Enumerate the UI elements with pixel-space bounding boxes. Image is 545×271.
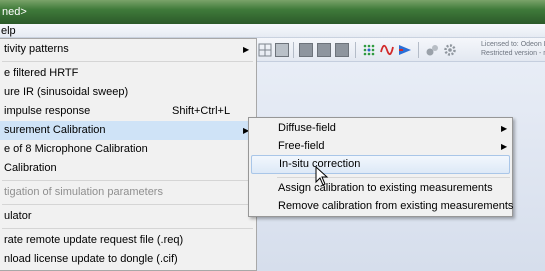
toolbar-separator xyxy=(418,42,419,58)
menu-item-label: impulse response xyxy=(4,105,91,117)
menu-item-label: e of 8 Microphone Calibration xyxy=(4,143,148,155)
submenu-arrow-icon: ▶ xyxy=(501,124,508,133)
menu-item-filtered-hrtf[interactable]: e filtered HRTF xyxy=(0,64,255,83)
menu-item-activity-patterns[interactable]: tivity patterns ▶ xyxy=(0,40,255,59)
menu-help[interactable]: elp xyxy=(1,25,16,37)
menu-item-label: surement Calibration xyxy=(4,124,106,136)
mouse-pointer-icon xyxy=(315,166,329,186)
menu-separator xyxy=(277,177,510,178)
calibration-submenu: Diffuse-field ▶ Free-field ▶ In-situ cor… xyxy=(248,117,513,217)
settings-icon[interactable] xyxy=(443,43,457,57)
menu-item-microphone-calibration[interactable]: e of 8 Microphone Calibration xyxy=(0,140,255,159)
submenu-item-free-field[interactable]: Free-field ▶ xyxy=(251,137,510,156)
menu-item-measure-ir[interactable]: ure IR (sinusoidal sweep) xyxy=(0,83,255,102)
tools-menu: tivity patterns ▶ e filtered HRTF ure IR… xyxy=(0,38,257,271)
menu-item-label: nload license update to dongle (.cif) xyxy=(4,253,178,265)
menu-item-label: Assign calibration to existing measureme… xyxy=(278,182,493,194)
menu-item-label: Remove calibration from existing measure… xyxy=(278,200,514,212)
window-title: ned> xyxy=(2,6,27,18)
toolbar-separator xyxy=(355,42,356,58)
submenu-arrow-icon: ▶ xyxy=(243,45,250,54)
gray-square-icon[interactable] xyxy=(275,43,289,57)
menu-item-label: Calibration xyxy=(4,162,57,174)
license-line: Licensed to: Odeon L xyxy=(481,41,545,48)
menu-item-label: rate remote update request file (.req) xyxy=(4,234,184,246)
menu-item-generate-update-request[interactable]: rate remote update request file (.req) xyxy=(0,231,255,250)
menu-item-shortcut: Shift+Ctrl+L xyxy=(172,105,231,117)
dots-icon[interactable] xyxy=(362,43,376,57)
submenu-item-assign-calibration[interactable]: Assign calibration to existing measureme… xyxy=(251,179,510,198)
menu-item-label: tivity patterns xyxy=(4,43,69,55)
submenu-item-in-situ-correction[interactable]: In-situ correction xyxy=(251,155,510,174)
license-line: Restricted version - re xyxy=(481,50,545,57)
gray-square-icon[interactable] xyxy=(299,43,313,57)
menu-separator xyxy=(2,204,253,205)
waveform-icon[interactable] xyxy=(380,43,394,57)
menu-item-label: ure IR (sinusoidal sweep) xyxy=(4,86,129,98)
menu-item-measurement-calibration[interactable]: surement Calibration ▶ xyxy=(0,121,255,140)
gray-square-icon[interactable] xyxy=(317,43,331,57)
toolbar-separator xyxy=(293,42,294,58)
submenu-item-diffuse-field[interactable]: Diffuse-field ▶ xyxy=(251,119,510,138)
tools-icon[interactable] xyxy=(425,43,439,57)
menu-item-impulse-response[interactable]: impulse response Shift+Ctrl+L xyxy=(0,102,255,121)
menu-item-investigation: tigation of simulation parameters xyxy=(0,183,255,202)
menu-item-simulator[interactable]: ulator xyxy=(0,207,255,226)
flag-icon[interactable] xyxy=(398,43,412,57)
menu-item-label: Diffuse-field xyxy=(278,122,336,134)
grid-icon[interactable] xyxy=(258,43,272,57)
license-info: Licensed to: Odeon L Restricted version … xyxy=(481,40,545,58)
menu-item-label: tigation of simulation parameters xyxy=(4,186,163,198)
menu-bar: elp xyxy=(0,24,545,38)
menu-separator xyxy=(2,61,253,62)
gray-square-icon[interactable] xyxy=(335,43,349,57)
menu-item-label: ulator xyxy=(4,210,32,222)
menu-item-label: Free-field xyxy=(278,140,325,152)
submenu-item-remove-calibration[interactable]: Remove calibration from existing measure… xyxy=(251,197,514,216)
menu-item-download-license-update[interactable]: nload license update to dongle (.cif) xyxy=(0,250,255,269)
menu-separator xyxy=(2,180,253,181)
menu-item-calibration[interactable]: Calibration xyxy=(0,159,255,178)
title-bar: ned> xyxy=(0,0,545,24)
menu-item-label: e filtered HRTF xyxy=(4,67,79,79)
submenu-arrow-icon: ▶ xyxy=(501,142,508,151)
menu-separator xyxy=(2,228,253,229)
